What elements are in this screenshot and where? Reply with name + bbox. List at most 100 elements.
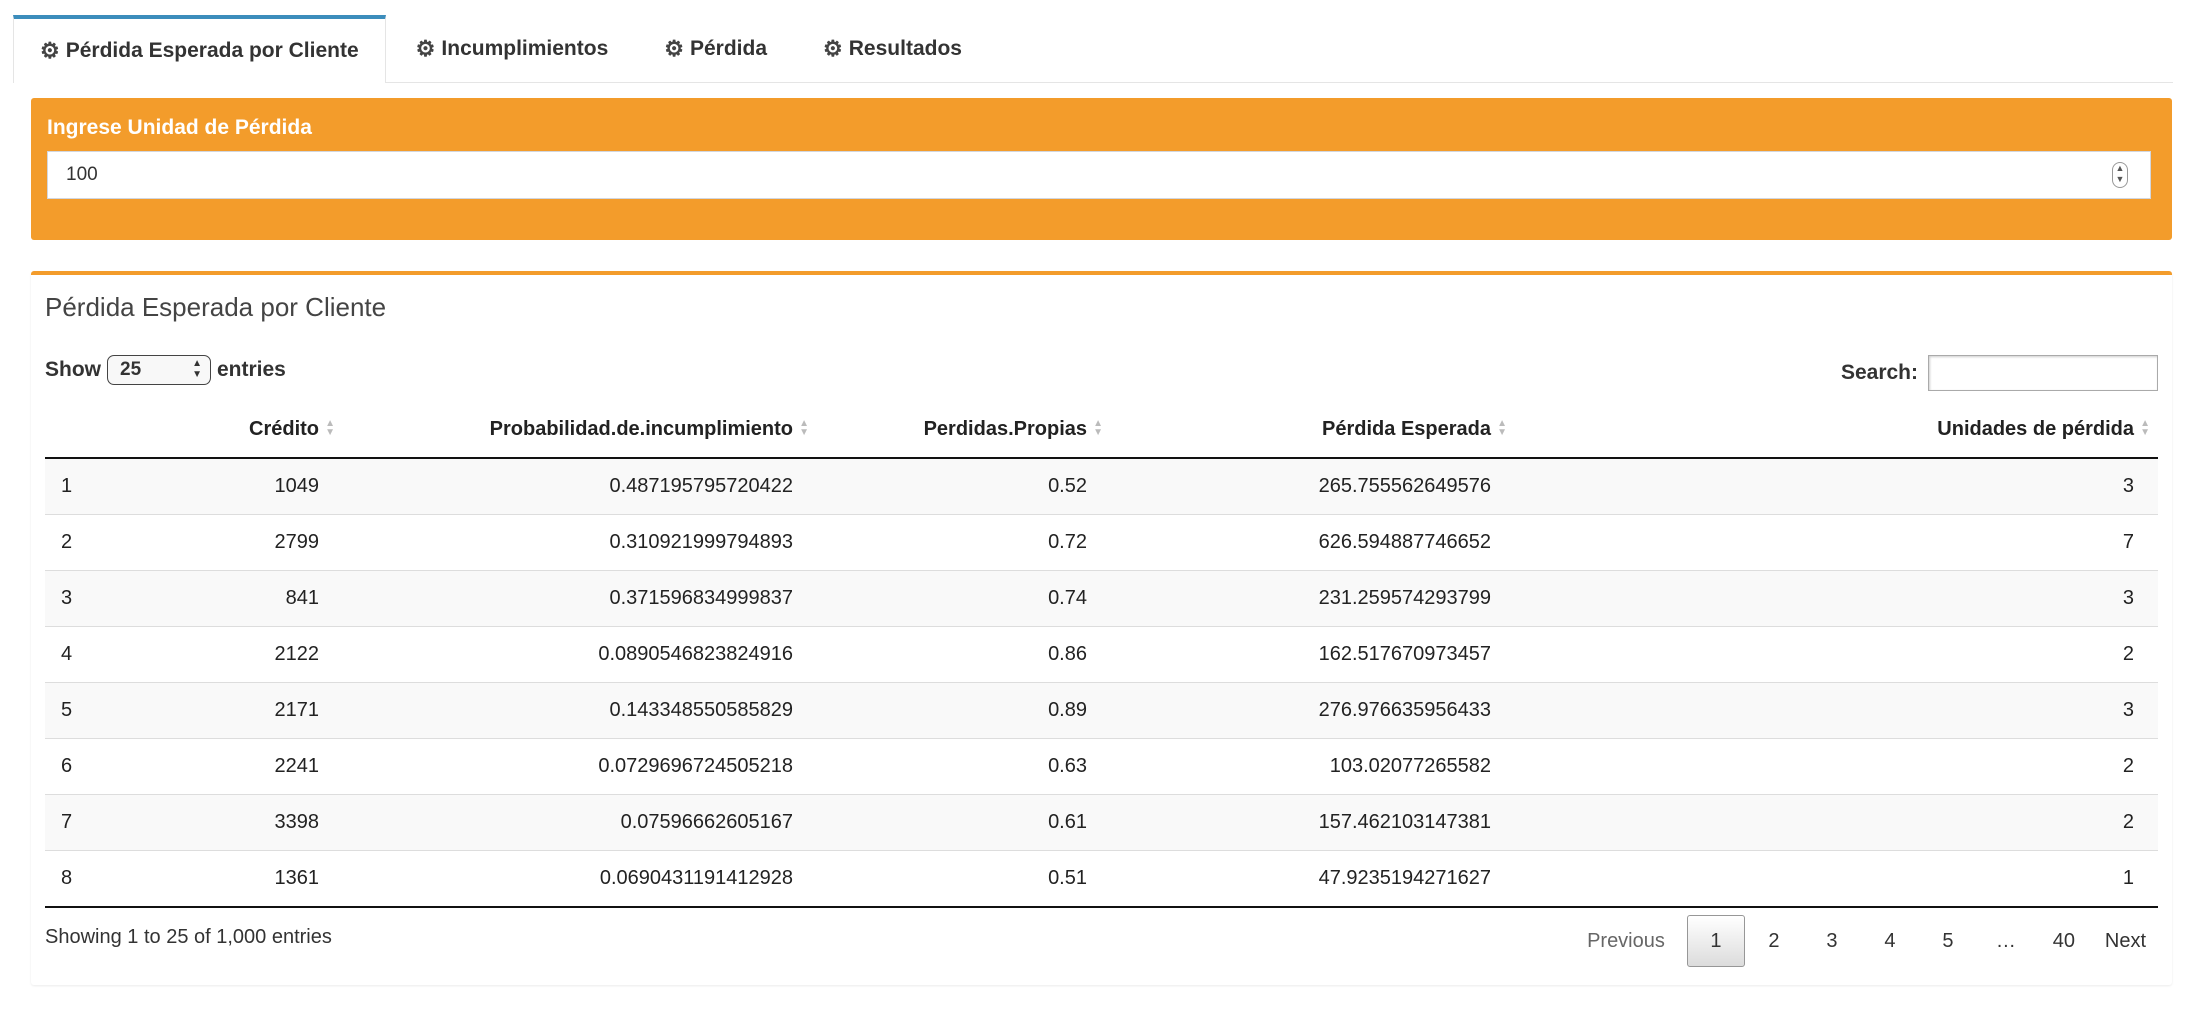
page-button-5[interactable]: 5 xyxy=(1919,915,1977,967)
column-header-probabilidad[interactable]: Probabilidad.de.incumplimiento ▲ ▼ xyxy=(343,401,817,459)
data-table: Crédito ▲ ▼ Probabilidad.de.incumplimiento… xyxy=(45,401,2158,908)
cell-probabilidad: 0.487195795720422 xyxy=(343,457,817,515)
cell-credito: 2171 xyxy=(129,682,343,739)
sort-icon: ▲ ▼ xyxy=(799,418,809,438)
column-header-perdidas-propias[interactable]: Perdidas.Propias ▲ ▼ xyxy=(817,401,1111,459)
loss-unit-value: 100 xyxy=(66,164,98,185)
sort-icon: ▲ ▼ xyxy=(1093,418,1103,438)
cell-perdidas-propias: 0.61 xyxy=(817,794,1111,851)
cell-index: 3 xyxy=(45,570,129,627)
table-row: 2 2799 0.310921999794893 0.72 626.594887… xyxy=(45,514,2158,571)
cell-probabilidad: 0.07596662605167 xyxy=(343,794,817,851)
previous-page-button[interactable]: Previous xyxy=(1575,915,1677,967)
tab-label: Pérdida xyxy=(690,37,768,60)
cell-credito: 841 xyxy=(129,570,343,627)
results-box: Pérdida Esperada por Cliente Show 25 ▲ ▼ … xyxy=(31,271,2172,985)
cell-perdidas-propias: 0.72 xyxy=(817,514,1111,571)
cell-credito: 2122 xyxy=(129,626,343,683)
cell-perdida-esperada: 157.462103147381 xyxy=(1111,794,1515,851)
cell-index: 5 xyxy=(45,682,129,739)
tab-label: Resultados xyxy=(848,37,962,60)
sort-icon: ▲ ▼ xyxy=(1497,418,1507,438)
table-row: 6 2241 0.0729696724505218 0.63 103.02077… xyxy=(45,738,2158,795)
cell-perdida-esperada: 265.755562649576 xyxy=(1111,457,1515,515)
cell-perdida-esperada: 626.594887746652 xyxy=(1111,514,1515,571)
show-entries-control: Show 25 ▲ ▼ entries xyxy=(45,355,286,385)
cell-perdidas-propias: 0.63 xyxy=(817,738,1111,795)
table-row: 4 2122 0.0890546823824916 0.86 162.51767… xyxy=(45,626,2158,683)
next-page-button[interactable]: Next xyxy=(2093,915,2158,967)
cell-index: 7 xyxy=(45,794,129,851)
table-row: 1 1049 0.487195795720422 0.52 265.755562… xyxy=(45,457,2158,515)
tab-resultados[interactable]: ⚙ Resultados xyxy=(797,16,988,82)
cell-perdida-esperada: 231.259574293799 xyxy=(1111,570,1515,627)
table-row: 8 1361 0.0690431191412928 0.51 47.923519… xyxy=(45,850,2158,908)
cell-probabilidad: 0.371596834999837 xyxy=(343,570,817,627)
table-row: 7 3398 0.07596662605167 0.61 157.4621031… xyxy=(45,794,2158,851)
cell-perdida-esperada: 47.9235194271627 xyxy=(1111,850,1515,908)
cell-unidades: 2 xyxy=(1515,794,2158,851)
cell-unidades: 3 xyxy=(1515,682,2158,739)
page-ellipsis: … xyxy=(1995,929,2016,952)
table-row: 5 2171 0.143348550585829 0.89 276.976635… xyxy=(45,682,2158,739)
column-header-label: Crédito xyxy=(249,417,319,440)
column-header-label: Probabilidad.de.incumplimiento xyxy=(489,417,793,440)
column-header-unidades[interactable]: Unidades de pérdida ▲ ▼ xyxy=(1515,401,2158,459)
page-button-3[interactable]: 3 xyxy=(1803,915,1861,967)
tab-label: Incumplimientos xyxy=(441,37,609,60)
column-header-label: Pérdida Esperada xyxy=(1322,417,1491,440)
column-header-label: Perdidas.Propias xyxy=(923,417,1087,440)
table-row: 3 841 0.371596834999837 0.74 231.2595742… xyxy=(45,570,2158,627)
box-title: Pérdida Esperada por Cliente xyxy=(45,292,387,322)
cell-index: 4 xyxy=(45,626,129,683)
cell-credito: 1361 xyxy=(129,850,343,908)
gear-icon: ⚙ xyxy=(823,36,843,61)
sort-icon: ▲ ▼ xyxy=(325,418,335,438)
tab-perdida[interactable]: ⚙ Pérdida xyxy=(638,16,793,82)
cell-credito: 2241 xyxy=(129,738,343,795)
page-button-40[interactable]: 40 xyxy=(2035,915,2093,967)
cell-probabilidad: 0.0890546823824916 xyxy=(343,626,817,683)
cell-perdidas-propias: 0.51 xyxy=(817,850,1111,908)
page-button-4[interactable]: 4 xyxy=(1861,915,1919,967)
cell-unidades: 3 xyxy=(1515,457,2158,515)
cell-probabilidad: 0.143348550585829 xyxy=(343,682,817,739)
cell-probabilidad: 0.0729696724505218 xyxy=(343,738,817,795)
column-header-credito[interactable]: Crédito ▲ ▼ xyxy=(129,401,343,459)
show-label: Show xyxy=(45,358,101,381)
cell-perdida-esperada: 276.976635956433 xyxy=(1111,682,1515,739)
gear-icon: ⚙ xyxy=(664,36,684,61)
cell-perdidas-propias: 0.52 xyxy=(817,457,1111,515)
entries-label: entries xyxy=(217,358,286,381)
cell-perdidas-propias: 0.74 xyxy=(817,570,1111,627)
search-input[interactable] xyxy=(1928,355,2158,391)
column-header-perdida-esperada[interactable]: Pérdida Esperada ▲ ▼ xyxy=(1111,401,1515,459)
tab-perdida-esperada-por-cliente[interactable]: ⚙ Pérdida Esperada por Cliente xyxy=(13,15,386,83)
sort-icon: ▲ ▼ xyxy=(2140,418,2150,438)
pagination: Previous 1 2 3 4 5 … 40 Next xyxy=(1575,915,2158,967)
cell-perdida-esperada: 103.02077265582 xyxy=(1111,738,1515,795)
column-header-index xyxy=(45,401,129,459)
loss-unit-label: Ingrese Unidad de Pérdida xyxy=(47,116,312,139)
select-arrows-icon: ▲ ▼ xyxy=(192,358,202,380)
cell-index: 2 xyxy=(45,514,129,571)
column-header-label: Unidades de pérdida xyxy=(1937,417,2134,440)
search-control: Search: xyxy=(1841,355,2158,391)
page-button-2[interactable]: 2 xyxy=(1745,915,1803,967)
page-button-1[interactable]: 1 xyxy=(1686,915,1745,967)
tab-incumplimientos[interactable]: ⚙ Incumplimientos xyxy=(390,16,635,82)
cell-unidades: 3 xyxy=(1515,570,2158,627)
table-info: Showing 1 to 25 of 1,000 entries xyxy=(45,926,332,948)
entries-select[interactable]: 25 ▲ ▼ xyxy=(107,355,211,385)
loss-unit-input[interactable]: 100 ▲ ▼ xyxy=(47,151,2151,199)
number-spinner-icon[interactable]: ▲ ▼ xyxy=(2112,162,2128,188)
gear-icon: ⚙ xyxy=(40,38,60,63)
cell-unidades: 7 xyxy=(1515,514,2158,571)
table-header-row: Crédito ▲ ▼ Probabilidad.de.incumplimiento… xyxy=(45,401,2158,459)
cell-index: 8 xyxy=(45,850,129,908)
cell-unidades: 2 xyxy=(1515,626,2158,683)
cell-unidades: 1 xyxy=(1515,850,2158,908)
tab-bar: ⚙ Pérdida Esperada por Cliente ⚙ Incumpl… xyxy=(13,15,2173,83)
cell-credito: 2799 xyxy=(129,514,343,571)
cell-credito: 3398 xyxy=(129,794,343,851)
